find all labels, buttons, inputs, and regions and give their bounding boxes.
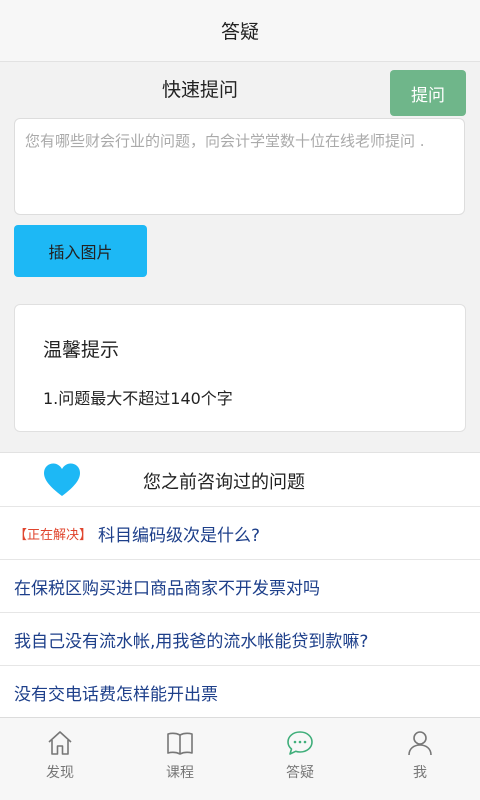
tab-label: 答疑 bbox=[286, 765, 314, 781]
tab-label: 发现 bbox=[46, 765, 74, 781]
tab-courses[interactable]: 课程 bbox=[120, 718, 240, 800]
tips-card: 温馨提示 1.问题最大不超过140个字 bbox=[14, 304, 466, 432]
page-title: 答疑 bbox=[220, 21, 259, 43]
history-item-text: 科目编码级次是什么? bbox=[98, 525, 261, 546]
history-header: 您之前咨询过的问题 bbox=[0, 453, 480, 507]
tab-me[interactable]: 我 bbox=[360, 718, 480, 800]
question-input[interactable] bbox=[14, 118, 465, 215]
user-icon bbox=[408, 731, 432, 756]
tips-title: 温馨提示 bbox=[43, 339, 120, 361]
tab-label: 课程 bbox=[166, 765, 194, 781]
home-icon bbox=[48, 731, 72, 755]
tab-label: 我 bbox=[413, 765, 427, 781]
quick-ask-title: 快速提问 bbox=[161, 79, 238, 101]
chat-icon bbox=[287, 731, 313, 755]
history-item[interactable]: 我自己没有流水帐,用我爸的流水帐能贷到款嘛? bbox=[0, 613, 480, 666]
history-item[interactable]: 在保税区购买进口商品商家不开发票对吗 bbox=[0, 560, 480, 613]
ask-button[interactable]: 提问 bbox=[390, 70, 466, 116]
history-item-text: 在保税区购买进口商品商家不开发票对吗 bbox=[14, 578, 320, 599]
book-icon bbox=[167, 732, 193, 755]
history-item[interactable]: 【正在解决】 科目编码级次是什么? bbox=[0, 507, 480, 560]
heart-icon bbox=[44, 463, 80, 496]
insert-image-button[interactable]: 插入图片 bbox=[14, 225, 147, 277]
history-section: 您之前咨询过的问题 【正在解决】 科目编码级次是什么? 在保税区购买进口商品商家… bbox=[0, 452, 480, 717]
history-item-text: 没有交电话费怎样能开出票 bbox=[14, 685, 218, 705]
tips-text: 1.问题最大不超过140个字 bbox=[43, 389, 233, 408]
history-item[interactable]: 没有交电话费怎样能开出票 bbox=[0, 666, 480, 719]
bottom-tab-bar: 发现 课程 答疑 我 bbox=[0, 717, 480, 800]
tab-qa[interactable]: 答疑 bbox=[240, 718, 360, 800]
history-title: 您之前咨询过的问题 bbox=[143, 472, 305, 493]
header-bar: 答疑 bbox=[0, 0, 480, 62]
tab-discover[interactable]: 发现 bbox=[0, 718, 120, 800]
history-item-text: 我自己没有流水帐,用我爸的流水帐能贷到款嘛? bbox=[14, 631, 369, 652]
status-badge: 【正在解决】 bbox=[14, 527, 93, 543]
